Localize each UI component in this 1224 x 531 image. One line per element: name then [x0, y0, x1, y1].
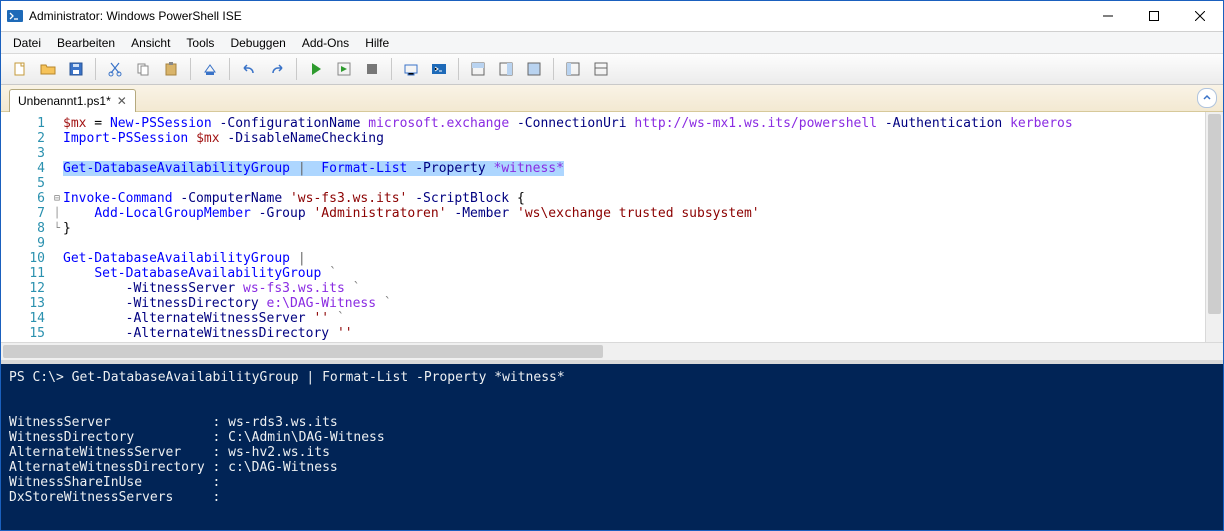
- paste-button[interactable]: [158, 56, 184, 82]
- menu-ansicht[interactable]: Ansicht: [123, 34, 178, 52]
- clear-button[interactable]: [197, 56, 223, 82]
- start-powershell-button[interactable]: [426, 56, 452, 82]
- menu-addons[interactable]: Add-Ons: [294, 34, 357, 52]
- close-button[interactable]: [1177, 1, 1223, 31]
- editor-horizontal-scrollbar[interactable]: [1, 342, 1223, 360]
- open-file-button[interactable]: [35, 56, 61, 82]
- powershell-ise-icon: [7, 8, 23, 24]
- console-pane[interactable]: PS C:\> Get-DatabaseAvailabilityGroup | …: [1, 364, 1223, 530]
- code-editor[interactable]: $mx = New-PSSession -ConfigurationName m…: [63, 112, 1205, 342]
- fold-column: ⊟│└: [51, 112, 63, 342]
- copy-button[interactable]: [130, 56, 156, 82]
- menu-bearbeiten[interactable]: Bearbeiten: [49, 34, 123, 52]
- save-button[interactable]: [63, 56, 89, 82]
- new-file-button[interactable]: [7, 56, 33, 82]
- redo-button[interactable]: [264, 56, 290, 82]
- window-title: Administrator: Windows PowerShell ISE: [29, 9, 242, 23]
- menu-tools[interactable]: Tools: [178, 34, 222, 52]
- menu-debuggen[interactable]: Debuggen: [222, 34, 293, 52]
- show-command-window-button[interactable]: [588, 56, 614, 82]
- script-editor-pane: 123456789101112131415 ⊟│└ $mx = New-PSSe…: [1, 112, 1223, 360]
- editor-vertical-scrollbar[interactable]: [1205, 112, 1223, 342]
- toolbar: [1, 54, 1223, 85]
- line-number-gutter: 123456789101112131415: [1, 112, 51, 342]
- menu-datei[interactable]: Datei: [5, 34, 49, 52]
- run-selection-button[interactable]: [331, 56, 357, 82]
- undo-button[interactable]: [236, 56, 262, 82]
- app-window: Administrator: Windows PowerShell ISE Da…: [0, 0, 1224, 531]
- titlebar: Administrator: Windows PowerShell ISE: [1, 1, 1223, 32]
- show-script-pane-top-button[interactable]: [465, 56, 491, 82]
- show-script-pane-right-button[interactable]: [493, 56, 519, 82]
- maximize-button[interactable]: [1131, 1, 1177, 31]
- show-script-pane-max-button[interactable]: [521, 56, 547, 82]
- minimize-button[interactable]: [1085, 1, 1131, 31]
- document-tabstrip: Unbenannt1.ps1* ✕: [1, 85, 1223, 112]
- menubar: Datei Bearbeiten Ansicht Tools Debuggen …: [1, 32, 1223, 54]
- collapse-script-pane-button[interactable]: [1197, 88, 1217, 108]
- show-command-addon-button[interactable]: [560, 56, 586, 82]
- tab-label: Unbenannt1.ps1*: [18, 94, 111, 108]
- tab-close-icon[interactable]: ✕: [117, 95, 127, 107]
- stop-button[interactable]: [359, 56, 385, 82]
- document-tab[interactable]: Unbenannt1.ps1* ✕: [9, 89, 136, 112]
- menu-hilfe[interactable]: Hilfe: [357, 34, 397, 52]
- cut-button[interactable]: [102, 56, 128, 82]
- run-script-button[interactable]: [303, 56, 329, 82]
- new-remote-tab-button[interactable]: [398, 56, 424, 82]
